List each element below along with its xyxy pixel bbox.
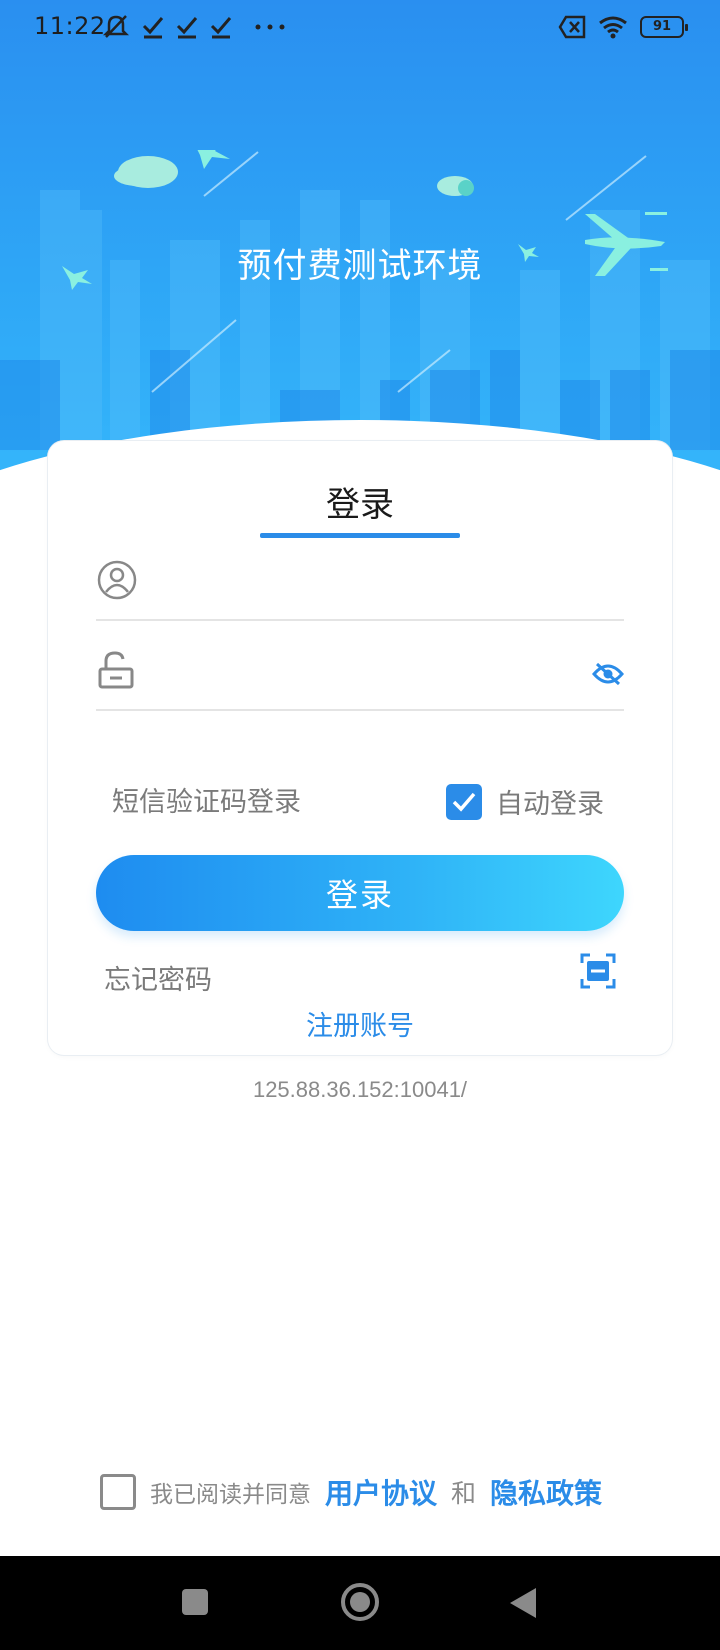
auto-login-checkbox[interactable] bbox=[446, 783, 482, 820]
register-link[interactable]: 注册账号 bbox=[48, 1004, 672, 1043]
app-title: 预付费测试环境 bbox=[237, 246, 483, 286]
battery-icon: 91 bbox=[640, 16, 688, 38]
agreement-checkbox[interactable] bbox=[100, 1474, 136, 1510]
wifi-icon bbox=[599, 16, 627, 39]
username-field bbox=[96, 551, 624, 621]
check-icon bbox=[176, 17, 198, 39]
status-time: 11:22 bbox=[34, 12, 106, 40]
city-skyline-illustration bbox=[0, 150, 720, 450]
login-screen: 预付费测试环境 11:22 91 登录 短信验证码登录 自动登录 登录 忘记密码… bbox=[0, 0, 720, 1650]
login-card: 登录 短信验证码登录 自动登录 登录 忘记密码 注册账号 bbox=[48, 441, 672, 1055]
user-icon bbox=[97, 560, 137, 600]
login-tab-title[interactable]: 登录 bbox=[48, 477, 672, 526]
recents-icon[interactable] bbox=[181, 1588, 209, 1616]
check-icon bbox=[210, 17, 232, 39]
sim-blocked-icon bbox=[558, 15, 586, 39]
password-field bbox=[96, 641, 624, 711]
check-icon bbox=[142, 17, 164, 39]
auto-login-option[interactable]: 自动登录 bbox=[446, 782, 604, 821]
status-bar: 11:22 91 bbox=[0, 0, 720, 54]
status-system-icons: 91 bbox=[558, 12, 688, 42]
back-icon[interactable] bbox=[508, 1586, 538, 1620]
more-dots-icon bbox=[255, 24, 285, 30]
agreement-prefix: 我已阅读并同意 bbox=[150, 1482, 311, 1508]
tab-indicator bbox=[260, 533, 460, 538]
checkmark-icon bbox=[452, 792, 476, 812]
password-input[interactable] bbox=[160, 651, 560, 697]
agreement-conjunction: 和 bbox=[451, 1479, 477, 1508]
scan-icon[interactable] bbox=[580, 953, 616, 989]
sms-login-link[interactable]: 短信验证码登录 bbox=[112, 780, 301, 819]
lock-icon bbox=[98, 651, 134, 689]
user-agreement-link[interactable]: 用户协议 bbox=[325, 1472, 437, 1512]
login-button[interactable]: 登录 bbox=[96, 855, 624, 931]
system-navigation-bar bbox=[0, 1556, 720, 1650]
privacy-policy-link[interactable]: 隐私政策 bbox=[490, 1472, 602, 1512]
auto-login-label: 自动登录 bbox=[496, 789, 604, 820]
server-address: 125.88.36.152:10041/ bbox=[252, 1077, 468, 1102]
home-icon[interactable] bbox=[340, 1582, 380, 1622]
agreement-row: 我已阅读并同意 用户协议 和 隐私政策 bbox=[100, 1472, 616, 1512]
eye-hidden-icon[interactable] bbox=[592, 661, 624, 687]
mute-icon bbox=[102, 15, 130, 38]
status-notification-icons bbox=[102, 12, 286, 42]
username-input[interactable] bbox=[160, 561, 560, 607]
forgot-password-link[interactable]: 忘记密码 bbox=[104, 958, 212, 997]
